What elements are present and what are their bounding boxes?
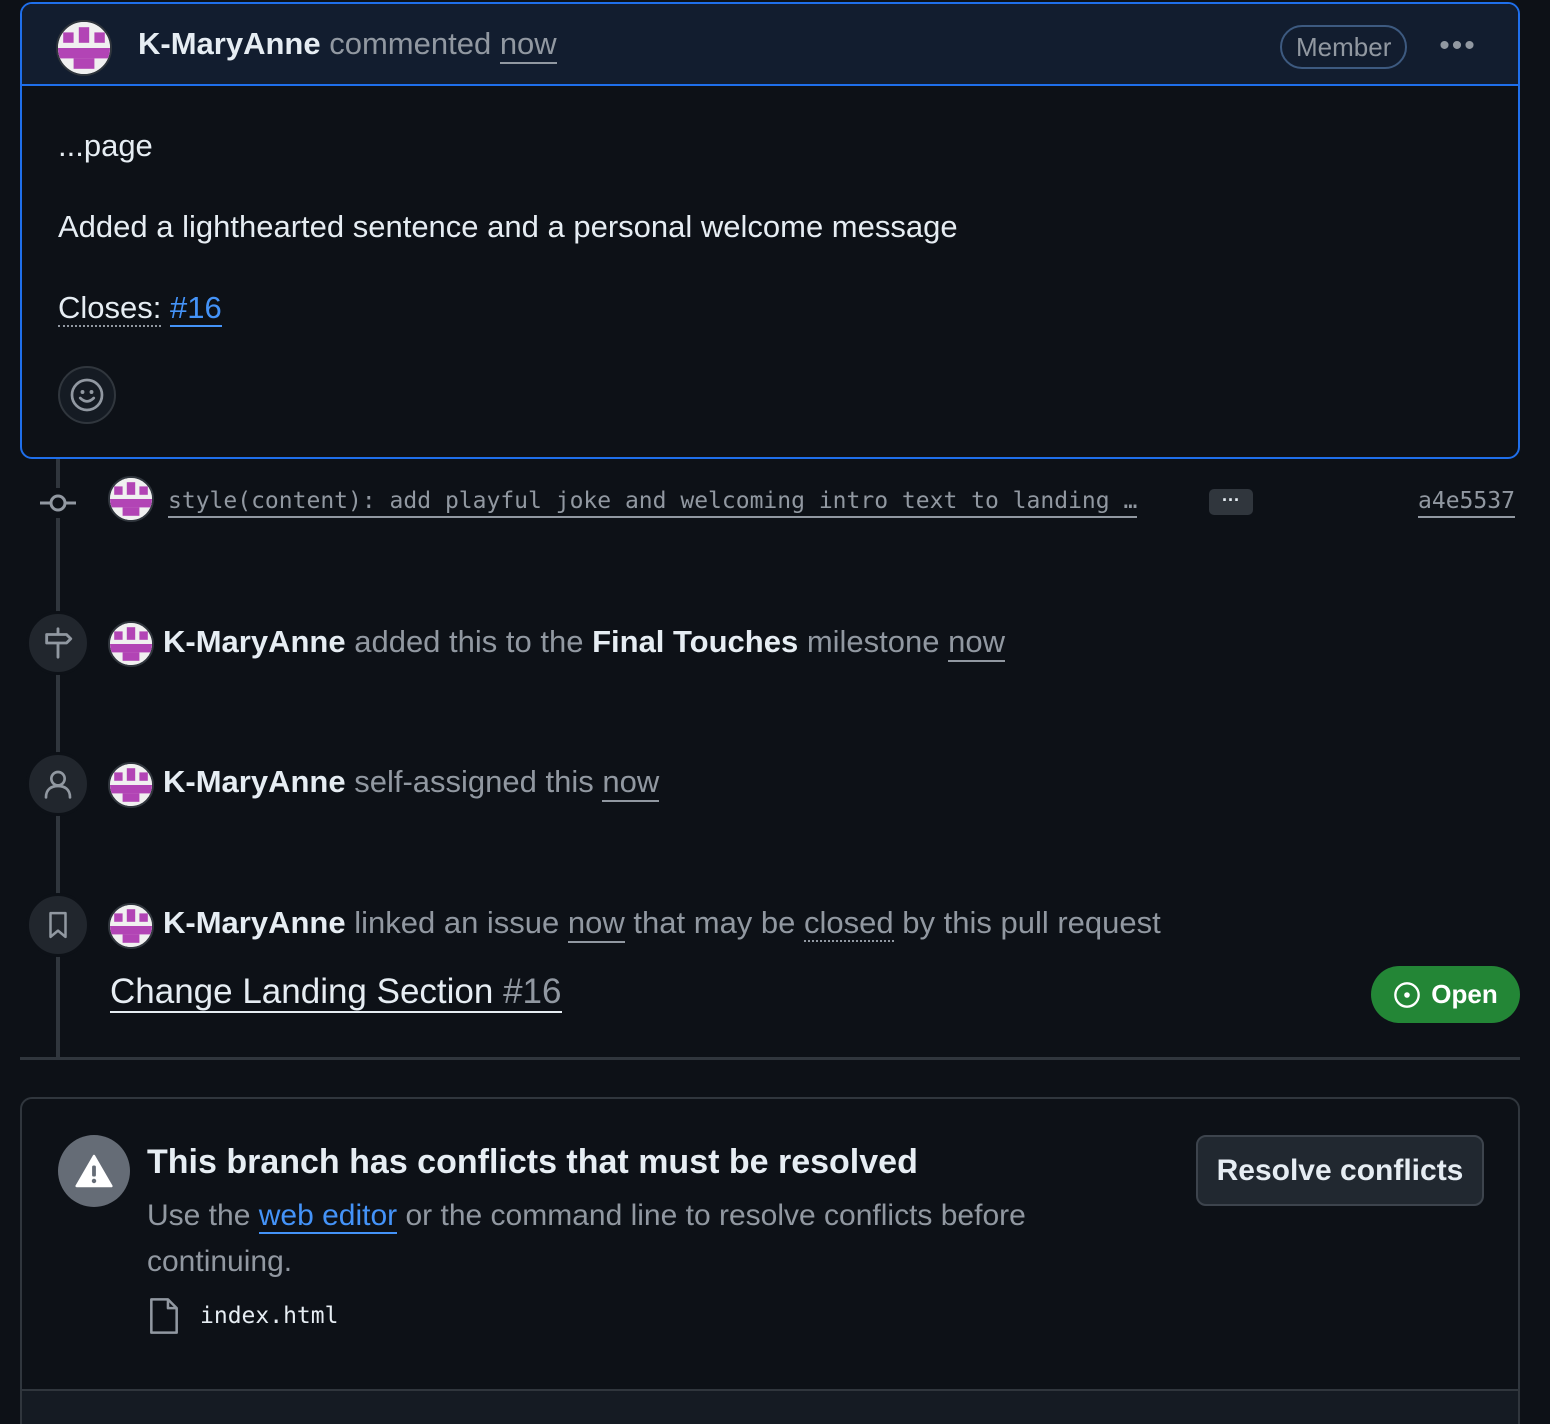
member-badge: Member	[1280, 25, 1408, 69]
conflict-file: index.html	[148, 1297, 338, 1335]
identicon-icon	[58, 22, 110, 74]
bookmark-icon	[26, 893, 90, 957]
comment-title: K-MaryAnne commented now	[138, 26, 557, 64]
desc-text: Use the	[147, 1199, 251, 1232]
author-link[interactable]: K-MaryAnne	[163, 764, 346, 799]
event-text: linked an issue	[354, 905, 560, 940]
issue-number: #16	[503, 972, 562, 1011]
smiley-icon	[70, 378, 104, 412]
resolve-conflicts-button[interactable]: Resolve conflicts	[1196, 1135, 1484, 1206]
linked-issue-title[interactable]: Change Landing Section	[110, 972, 494, 1013]
avatar[interactable]	[56, 20, 112, 76]
timeline-divider	[20, 1057, 1520, 1060]
avatar[interactable]	[108, 762, 154, 808]
merge-description: Use the web editor or the command line t…	[147, 1193, 1087, 1285]
identicon-icon	[110, 623, 152, 665]
closes-label: Closes:	[58, 290, 162, 327]
timestamp-link[interactable]: now	[948, 624, 1006, 662]
author-link[interactable]: K-MaryAnne	[163, 905, 346, 940]
pr-description-comment: K-MaryAnne commented now Member ••• ...p…	[20, 2, 1520, 459]
body-line: Added a lighthearted sentence and a pers…	[58, 209, 958, 244]
closes-line: Closes: #16	[58, 288, 1482, 328]
body-line: ...page	[58, 128, 153, 163]
event-text: self-assigned this	[354, 764, 594, 799]
person-icon	[26, 752, 90, 816]
milestone-icon	[26, 611, 90, 675]
pr-timeline: K-MaryAnne commented now Member ••• ...p…	[0, 0, 1550, 1424]
commit-expand-button[interactable]: ···	[1209, 489, 1253, 515]
milestone-link[interactable]: Final Touches	[592, 624, 798, 659]
event-text: added this to the	[354, 624, 584, 659]
timestamp-link[interactable]: now	[602, 764, 660, 802]
identicon-icon	[110, 905, 152, 947]
timestamp-link[interactable]: now	[567, 905, 625, 943]
event-text: that may be	[633, 905, 796, 940]
identicon-icon	[110, 478, 152, 520]
avatar[interactable]	[108, 621, 154, 667]
linked-issue-event: K-MaryAnne linked an issue now that may …	[163, 905, 1161, 943]
closed-keyword: closed	[804, 905, 894, 942]
issue-opened-icon	[1394, 981, 1421, 1008]
comment-action: commented	[329, 26, 492, 61]
linked-issue[interactable]: Change Landing Section #16	[110, 972, 562, 1013]
comment-header: K-MaryAnne commented now Member •••	[22, 4, 1518, 86]
merge-footer	[22, 1391, 1518, 1424]
linked-issue-number[interactable]: #16	[493, 972, 562, 1013]
web-editor-link[interactable]: web editor	[258, 1199, 398, 1234]
avatar[interactable]	[108, 903, 154, 949]
file-icon	[150, 1298, 178, 1334]
alert-icon	[58, 1135, 130, 1207]
assigned-event: K-MaryAnne self-assigned this now	[163, 764, 660, 802]
timestamp-link[interactable]: now	[499, 26, 557, 64]
commit-message-link[interactable]: style(content): add playful joke and wel…	[168, 488, 1138, 518]
avatar[interactable]	[108, 476, 154, 522]
kebab-horizontal-icon[interactable]: •••	[1436, 28, 1480, 68]
milestone-event: K-MaryAnne added this to the Final Touch…	[163, 624, 1006, 662]
comment-body: ...page Added a lighthearted sentence an…	[22, 86, 1518, 328]
author-link[interactable]: K-MaryAnne	[138, 26, 321, 61]
commit-sha-link[interactable]: a4e5537	[1418, 488, 1515, 518]
author-link[interactable]: K-MaryAnne	[163, 624, 346, 659]
file-name: index.html	[200, 1303, 339, 1329]
issue-status-badge: Open	[1371, 966, 1520, 1023]
status-label: Open	[1431, 979, 1498, 1009]
event-text: by this pull request	[902, 905, 1161, 940]
issue-link[interactable]: #16	[170, 290, 222, 327]
event-text: milestone	[806, 624, 940, 659]
merge-title: This branch has conflicts that must be r…	[147, 1143, 918, 1181]
add-reaction-button[interactable]	[58, 366, 116, 424]
git-commit-icon	[38, 488, 78, 518]
identicon-icon	[110, 764, 152, 806]
merge-box: This branch has conflicts that must be r…	[20, 1097, 1520, 1424]
